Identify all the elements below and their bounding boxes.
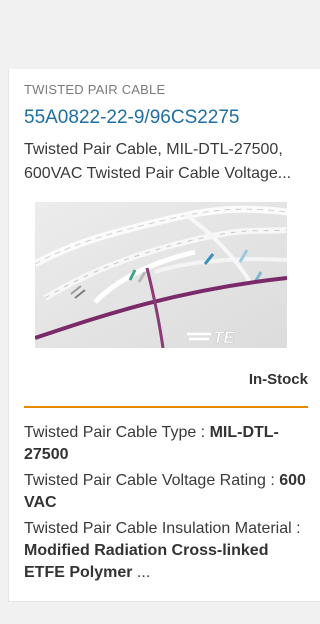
- attribute-voltage-rating: Twisted Pair Cable Voltage Rating : 600 …: [24, 470, 308, 514]
- attribute-insulation-material: Twisted Pair Cable Insulation Material :…: [24, 518, 308, 584]
- attribute-suffix: ...: [132, 564, 151, 581]
- product-card[interactable]: TWISTED PAIR CABLE 55A0822-22-9/96CS2275…: [8, 69, 320, 602]
- attribute-list: Twisted Pair Cable Type : MIL-DTL-27500 …: [24, 422, 308, 588]
- product-category: TWISTED PAIR CABLE: [24, 82, 166, 97]
- accent-divider: [24, 406, 308, 408]
- product-description: Twisted Pair Cable, MIL-DTL-27500, 600VA…: [24, 141, 292, 182]
- part-number-link[interactable]: 55A0822-22-9/96CS2275: [24, 107, 240, 129]
- cable-photo: TE: [35, 202, 287, 348]
- stock-status: In-Stock: [248, 371, 308, 388]
- product-image[interactable]: TE: [35, 202, 287, 348]
- te-logo-icon: TE: [213, 328, 235, 347]
- top-band: [0, 0, 320, 69]
- attribute-label: Twisted Pair Cable Insulation Material :: [24, 520, 301, 537]
- attribute-cable-type: Twisted Pair Cable Type : MIL-DTL-27500: [24, 422, 308, 466]
- attribute-label: Twisted Pair Cable Voltage Rating :: [24, 472, 280, 489]
- attribute-label: Twisted Pair Cable Type :: [24, 424, 210, 441]
